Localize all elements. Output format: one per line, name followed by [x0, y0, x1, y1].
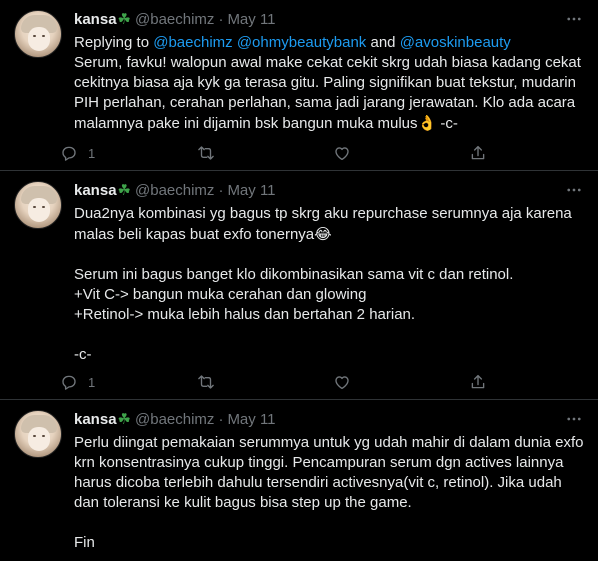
tweet[interactable]: kansa ☘ @baechimz · May 11 Dua2nya kombi…: [0, 171, 598, 400]
retweet-icon: [198, 146, 214, 160]
tweet-header: kansa ☘ @baechimz · May 11: [74, 10, 584, 30]
reply-icon: [62, 146, 76, 161]
tweet-header: kansa ☘ @baechimz · May 11: [74, 181, 584, 201]
heart-icon: [335, 147, 349, 161]
tweet-text-suffix: Serum ini bagus banget klo dikombinasika…: [74, 266, 514, 363]
four-leaf-clover-icon: ☘: [117, 182, 131, 199]
reply-icon: [62, 375, 76, 390]
mention-link[interactable]: @baechimz: [153, 34, 232, 51]
more-dots-icon[interactable]: [564, 180, 584, 200]
mention-link[interactable]: @ohmybeautybank: [237, 34, 366, 51]
share-button[interactable]: [469, 144, 487, 162]
retweet-icon: [198, 375, 214, 389]
tweet-actions: 1: [60, 143, 498, 163]
four-leaf-clover-icon: ☘: [117, 11, 131, 28]
display-name[interactable]: kansa: [74, 10, 117, 30]
reply-count: 1: [88, 145, 96, 161]
avatar[interactable]: [14, 410, 62, 458]
tweet-text-suffix: -c-: [436, 115, 458, 132]
user-handle[interactable]: @baechimz: [135, 410, 214, 430]
separator-dot: ·: [218, 182, 224, 199]
reply-button[interactable]: 1: [60, 373, 197, 391]
tweet-header: kansa ☘ @baechimz · May 11: [74, 410, 584, 430]
avatar[interactable]: [14, 10, 62, 58]
tweet-text: Dua2nya kombinasi yg bagus tp skrg aku r…: [74, 204, 586, 365]
more-dots-icon[interactable]: [564, 9, 584, 29]
avatar[interactable]: [14, 181, 62, 229]
retweet-button[interactable]: [197, 144, 333, 162]
share-icon: [471, 374, 485, 389]
tweet-date[interactable]: May 11: [227, 410, 275, 430]
more-dots-icon[interactable]: [564, 409, 584, 429]
display-name[interactable]: kansa: [74, 410, 117, 430]
replying-to-line: Replying to @baechimz @ohmybeautybank an…: [74, 33, 586, 53]
like-button[interactable]: [333, 144, 469, 162]
display-name[interactable]: kansa: [74, 181, 117, 201]
share-button[interactable]: [469, 373, 487, 391]
tweet[interactable]: kansa ☘ @baechimz · May 11 Replying to @…: [0, 0, 598, 171]
tweet-date[interactable]: May 11: [227, 181, 275, 201]
tweet-actions: 1: [60, 372, 498, 392]
user-handle[interactable]: @baechimz: [135, 10, 214, 30]
reply-count: 1: [88, 374, 96, 390]
tweet-text: Serum, favku! walopun awal make cekat ce…: [74, 53, 586, 134]
tweet-date[interactable]: May 11: [227, 10, 275, 30]
tweet-thread: kansa ☘ @baechimz · May 11 Replying to @…: [0, 0, 598, 561]
user-handle[interactable]: @baechimz: [135, 181, 214, 201]
replying-to-label: Replying to: [74, 34, 154, 51]
heart-icon: [335, 376, 349, 390]
reply-button[interactable]: 1: [60, 144, 197, 162]
retweet-button[interactable]: [197, 373, 333, 391]
like-button[interactable]: [333, 373, 469, 391]
laughing-emoji: 😂: [314, 225, 332, 243]
ok-hand-emoji: 👌: [417, 114, 437, 132]
separator-dot: ·: [218, 11, 224, 28]
replying-and-text: and: [366, 34, 400, 51]
mention-link[interactable]: @avoskinbeauty: [400, 34, 511, 51]
tweet-text-body: Serum, favku! walopun awal make cekat ce…: [74, 54, 581, 132]
separator-dot: ·: [218, 411, 224, 428]
tweet-text: Perlu diingat pemakaian serummya untuk y…: [74, 434, 584, 551]
share-icon: [471, 145, 485, 160]
tweet[interactable]: kansa ☘ @baechimz · May 11 Perlu diingat…: [0, 400, 598, 561]
four-leaf-clover-icon: ☘: [117, 411, 131, 428]
